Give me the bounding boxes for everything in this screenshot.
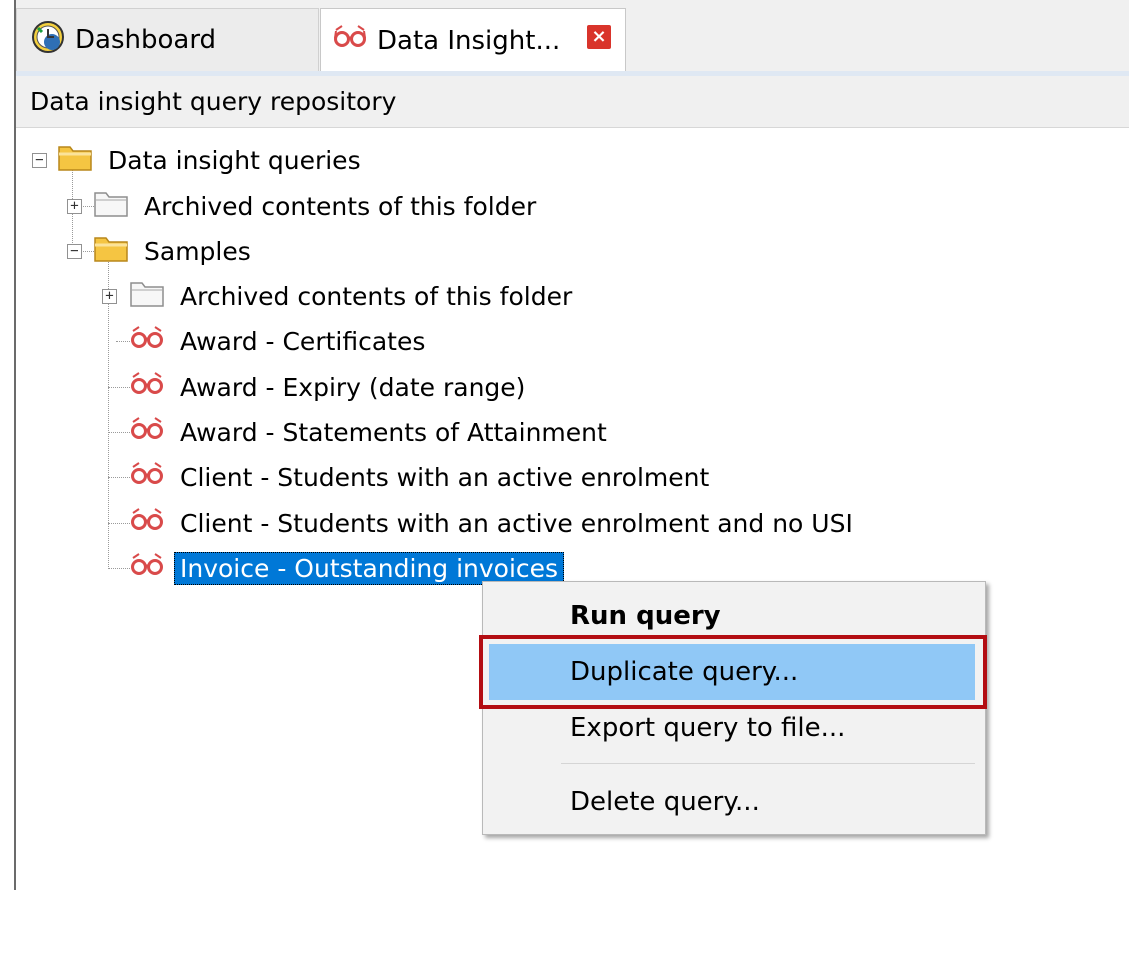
tree-connector bbox=[108, 432, 130, 433]
tab-dashboard-label: Dashboard bbox=[75, 25, 217, 55]
tree-node-samples[interactable]: Samples bbox=[94, 231, 257, 271]
tree-connector bbox=[80, 251, 94, 252]
tree-node-label: Data insight queries bbox=[108, 145, 361, 175]
highlight-callout-box bbox=[479, 635, 987, 709]
menu-separator bbox=[561, 763, 975, 764]
folder-icon bbox=[58, 143, 92, 177]
expand-toggle[interactable]: + bbox=[102, 289, 117, 304]
tree-node-label: Samples bbox=[144, 236, 251, 266]
tree-node-label: Invoice - Outstanding invoices bbox=[174, 551, 565, 585]
folder-icon bbox=[94, 234, 128, 268]
tree-node-archived[interactable]: Archived contents of this folder bbox=[94, 186, 542, 226]
tree-connector bbox=[80, 206, 94, 207]
tree-node-query[interactable]: Client - Students with an active enrolme… bbox=[130, 457, 715, 497]
tree-node-label: Client - Students with an active enrolme… bbox=[180, 508, 853, 538]
glasses-icon bbox=[333, 24, 367, 57]
tree-node-label: Archived contents of this folder bbox=[144, 191, 537, 221]
tree-connector bbox=[108, 477, 130, 478]
tree-connector bbox=[108, 568, 130, 569]
collapse-toggle[interactable]: − bbox=[32, 153, 47, 168]
tree-node-archived[interactable]: Archived contents of this folder bbox=[130, 276, 578, 316]
glasses-icon bbox=[130, 416, 164, 448]
glasses-icon bbox=[130, 461, 164, 493]
dashboard-clock-icon bbox=[31, 20, 65, 61]
tree-connector bbox=[108, 387, 130, 388]
expand-toggle[interactable]: + bbox=[67, 199, 82, 214]
menu-item-delete-query[interactable]: Delete query... bbox=[489, 774, 975, 830]
tab-data-insight[interactable]: Data Insight... × bbox=[320, 8, 626, 72]
tree-node-root[interactable]: Data insight queries bbox=[58, 140, 367, 180]
tree-node-label: Award - Certificates bbox=[180, 326, 426, 356]
archive-folder-icon bbox=[130, 279, 164, 313]
collapse-toggle[interactable]: − bbox=[67, 244, 82, 259]
tab-dashboard[interactable]: Dashboard bbox=[16, 8, 319, 71]
tree-node-label: Award - Expiry (date range) bbox=[180, 372, 526, 402]
tree-node-label: Client - Students with an active enrolme… bbox=[180, 462, 710, 492]
tree-node-query[interactable]: Client - Students with an active enrolme… bbox=[130, 503, 859, 543]
tree-node-label: Archived contents of this folder bbox=[180, 281, 573, 311]
tree-node-label: Award - Statements of Attainment bbox=[180, 417, 607, 447]
tree-node-query[interactable]: Award - Certificates bbox=[130, 321, 431, 361]
tree-node-query[interactable]: Award - Statements of Attainment bbox=[130, 412, 613, 452]
tree-node-query[interactable]: Award - Expiry (date range) bbox=[130, 367, 531, 407]
panel-title: Data insight query repository bbox=[16, 76, 1129, 128]
tree-connector bbox=[108, 523, 130, 524]
tab-data-insight-label: Data Insight... bbox=[377, 25, 561, 56]
close-icon[interactable]: × bbox=[587, 25, 611, 49]
glasses-icon bbox=[130, 325, 164, 357]
glasses-icon bbox=[130, 552, 164, 584]
archive-folder-icon bbox=[94, 189, 128, 223]
glasses-icon bbox=[130, 371, 164, 403]
glasses-icon bbox=[130, 507, 164, 539]
tree-connector bbox=[116, 341, 130, 342]
